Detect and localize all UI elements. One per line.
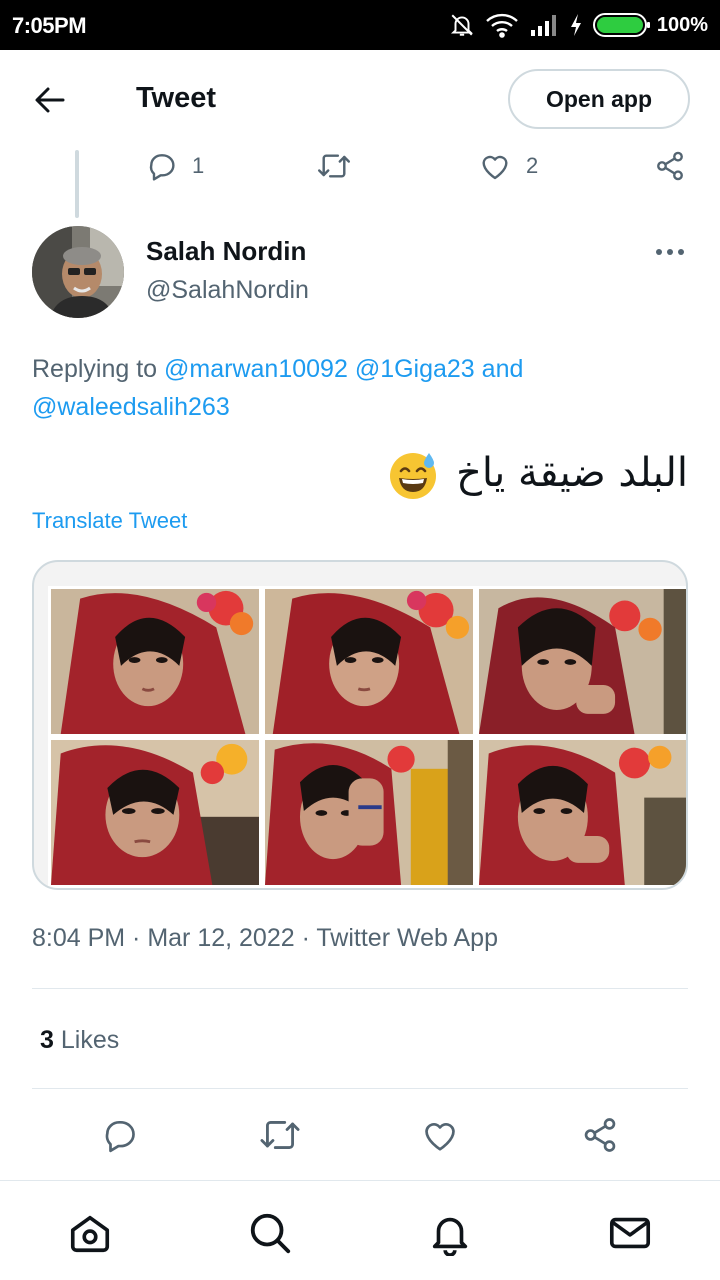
more-dot-icon bbox=[667, 249, 673, 255]
tweet-text-block: البلد ضيقة ياخ bbox=[32, 444, 688, 502]
image-grid bbox=[48, 586, 686, 888]
image-frame-illustration bbox=[479, 740, 686, 885]
image-frame-illustration bbox=[265, 740, 473, 885]
mention-and[interactable]: and bbox=[482, 355, 524, 383]
tweet-action-bar bbox=[0, 1112, 720, 1158]
nav-search[interactable] bbox=[246, 1209, 294, 1257]
mention-link[interactable]: @marwan10092 bbox=[164, 355, 348, 383]
status-bar: 7:05PM 100% bbox=[0, 0, 720, 50]
more-dot-icon bbox=[678, 249, 684, 255]
mention-link[interactable]: @waleedsalih263 bbox=[32, 393, 230, 421]
image-frame bbox=[48, 737, 262, 888]
likes-label: Likes bbox=[60, 1026, 120, 1054]
prev-share-button[interactable] bbox=[654, 146, 686, 186]
sweat-smile-emoji-icon bbox=[390, 453, 437, 499]
image-frame bbox=[48, 586, 262, 737]
battery-fill bbox=[596, 17, 643, 33]
image-frame-illustration bbox=[479, 589, 686, 734]
prev-like-count: 2 bbox=[526, 153, 539, 178]
divider bbox=[32, 1088, 688, 1089]
reply-icon bbox=[149, 154, 175, 181]
wifi-icon bbox=[486, 13, 518, 38]
translate-tweet-link[interactable]: Translate Tweet bbox=[32, 508, 187, 534]
mention-link[interactable]: @1Giga23 bbox=[355, 355, 475, 383]
envelope-icon bbox=[609, 1217, 651, 1249]
avatar-photo bbox=[32, 226, 124, 318]
back-arrow-icon bbox=[35, 87, 65, 113]
nav-home[interactable] bbox=[66, 1209, 114, 1257]
retweet-button[interactable] bbox=[257, 1112, 303, 1158]
share-icon bbox=[584, 1118, 616, 1152]
bottom-navigation bbox=[0, 1180, 720, 1280]
search-icon bbox=[250, 1213, 291, 1254]
charging-icon bbox=[570, 14, 581, 36]
likes-count: 3 bbox=[40, 1026, 54, 1054]
author-handle[interactable]: @SalahNordin bbox=[146, 276, 309, 305]
back-button[interactable] bbox=[30, 82, 70, 118]
prev-retweet-button[interactable] bbox=[316, 146, 352, 186]
image-frame bbox=[262, 586, 476, 737]
image-frame bbox=[476, 586, 686, 737]
nav-notifications[interactable] bbox=[426, 1209, 474, 1257]
prev-like-button[interactable]: 2 bbox=[478, 146, 538, 186]
retweet-icon bbox=[317, 154, 351, 178]
like-button[interactable] bbox=[417, 1112, 463, 1158]
open-app-button[interactable]: Open app bbox=[508, 69, 690, 129]
retweet-icon bbox=[260, 1121, 300, 1149]
nav-messages[interactable] bbox=[606, 1209, 654, 1257]
image-frame-illustration bbox=[265, 589, 473, 734]
status-time: 7:05PM bbox=[12, 13, 87, 38]
reply-button[interactable] bbox=[97, 1112, 143, 1158]
signal-icon bbox=[530, 15, 556, 36]
tweet-text: البلد ضيقة ياخ bbox=[456, 450, 688, 496]
image-frame-illustration bbox=[51, 740, 259, 885]
battery-icon bbox=[592, 13, 650, 37]
replying-to: Replying to @marwan10092 @1Giga23 and @w… bbox=[32, 350, 688, 426]
status-icons: 100% bbox=[449, 10, 708, 40]
battery-percent: 100% bbox=[656, 13, 708, 36]
share-icon bbox=[657, 151, 683, 181]
more-options-button[interactable] bbox=[648, 238, 692, 266]
heart-icon bbox=[425, 1123, 455, 1151]
bell-icon bbox=[432, 1217, 468, 1256]
heart-icon bbox=[482, 155, 508, 180]
author-name[interactable]: Salah Nordin bbox=[146, 236, 306, 267]
tweet-media[interactable] bbox=[32, 560, 688, 890]
home-icon bbox=[70, 1215, 110, 1253]
previous-tweet-actions: 1 2 bbox=[0, 146, 720, 186]
prev-reply-count: 1 bbox=[192, 153, 205, 178]
page-title: Tweet bbox=[136, 82, 217, 114]
top-header: Tweet Open app bbox=[0, 50, 720, 148]
share-button[interactable] bbox=[577, 1112, 623, 1158]
image-frame-illustration bbox=[51, 589, 259, 734]
likes-count-row[interactable]: 3 Likes bbox=[40, 1026, 119, 1055]
tweet-timestamp[interactable]: 8:04 PM · Mar 12, 2022 · Twitter Web App bbox=[32, 924, 498, 953]
more-dot-icon bbox=[656, 249, 662, 255]
avatar[interactable] bbox=[32, 226, 124, 318]
divider bbox=[32, 988, 688, 989]
reply-icon bbox=[105, 1120, 135, 1153]
prev-reply-button[interactable]: 1 bbox=[146, 146, 204, 186]
image-frame bbox=[476, 737, 686, 888]
replying-to-prefix: Replying to bbox=[32, 355, 158, 383]
mute-icon bbox=[450, 14, 473, 36]
image-frame bbox=[262, 737, 476, 888]
